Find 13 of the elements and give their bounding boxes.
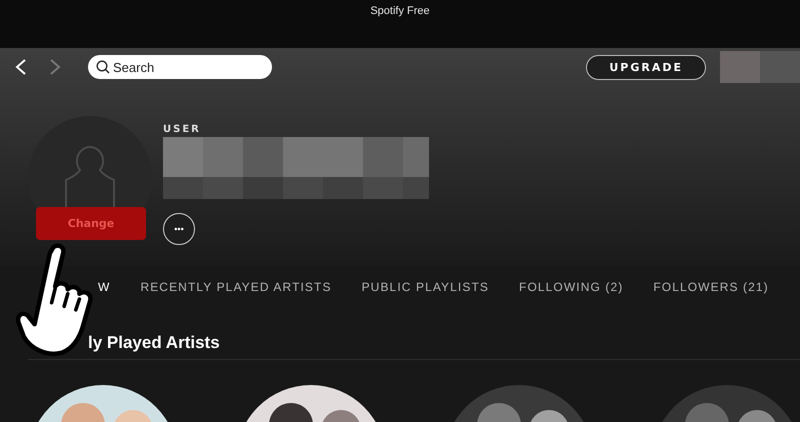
upgrade-button[interactable]: UPGRADE (586, 54, 706, 80)
back-icon[interactable] (14, 58, 28, 76)
search-field[interactable]: Search (88, 55, 272, 79)
tab[interactable]: FOLLOWERS (21) (653, 279, 769, 295)
profile-type-label: USER (163, 124, 202, 135)
more-button[interactable]: ••• (163, 213, 195, 245)
tab[interactable]: FOLLOWING (2) (519, 279, 624, 295)
search-icon (96, 60, 110, 74)
section-heading: ly Played Artists (88, 333, 221, 353)
window-title: Spotify Free (370, 5, 430, 19)
tab[interactable]: PUBLIC PLAYLISTS (362, 279, 490, 295)
tab[interactable]: W (98, 279, 110, 295)
tab[interactable]: RECENTLY PLAYED ARTISTS (140, 279, 332, 295)
